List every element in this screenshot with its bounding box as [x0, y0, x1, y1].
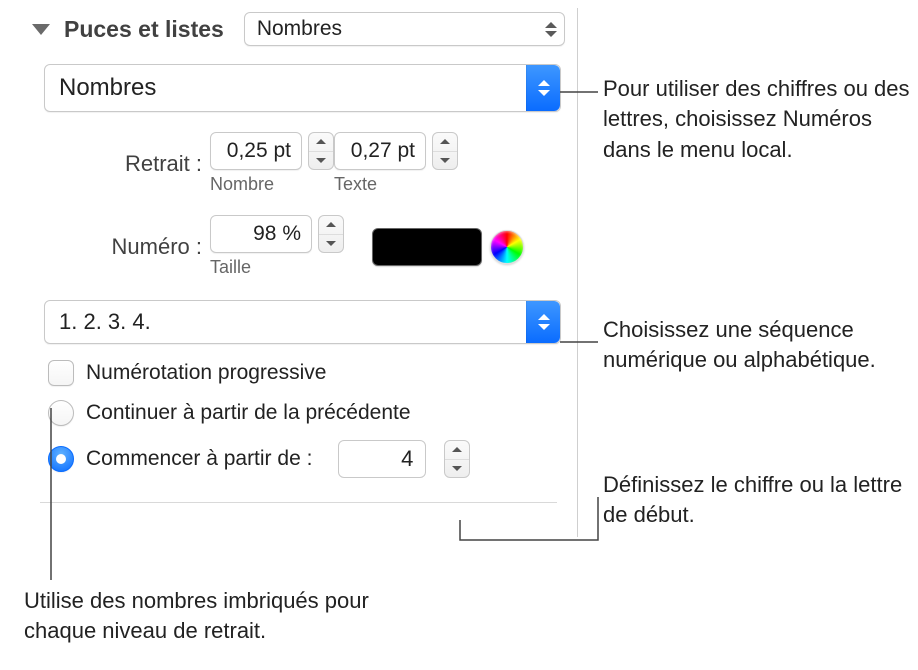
- stepper-up-down-icon: [526, 301, 560, 343]
- section-title: Puces et listes: [64, 16, 224, 43]
- start-from-radio[interactable]: [48, 446, 74, 472]
- sequence-dropdown[interactable]: 1. 2. 3. 4.: [44, 300, 561, 344]
- number-label: Numéro :: [64, 234, 210, 260]
- start-from-value: 4: [401, 446, 413, 472]
- indent-text-input[interactable]: 0,27 pt: [334, 132, 426, 170]
- list-style-value: Nombres: [257, 17, 538, 41]
- callout-sequence: Choisissez une séquence numérique ou alp…: [603, 315, 903, 376]
- number-size-sublabel: Taille: [210, 257, 251, 278]
- chevron-up-down-icon: [538, 22, 564, 37]
- bullet-style-dropdown[interactable]: Nombres: [44, 64, 561, 112]
- disclosure-triangle-icon[interactable]: [32, 24, 50, 35]
- indent-number-input[interactable]: 0,25 pt: [210, 132, 302, 170]
- continue-radio-label: Continuer à partir de la précédente: [86, 401, 411, 425]
- color-swatch[interactable]: [372, 228, 482, 266]
- indent-label: Retrait :: [64, 151, 210, 177]
- list-style-dropdown[interactable]: Nombres: [244, 12, 565, 46]
- progressive-numbering-row: Numérotation progressive: [32, 360, 565, 386]
- start-from-stepper[interactable]: [444, 440, 470, 478]
- number-size-input[interactable]: 98 %: [210, 215, 312, 253]
- progressive-numbering-checkbox[interactable]: [48, 360, 74, 386]
- section-header: Puces et listes Nombres: [32, 12, 565, 46]
- progressive-numbering-label: Numérotation progressive: [86, 361, 326, 385]
- stepper-up-down-icon: [526, 65, 560, 111]
- callout-nested: Utilise des nombres imbriqués pour chaqu…: [24, 586, 424, 647]
- indent-text-sublabel: Texte: [334, 174, 377, 195]
- divider: [40, 502, 557, 503]
- color-wheel-icon[interactable]: [490, 230, 524, 264]
- start-from-radio-label: Commencer à partir de :: [86, 447, 312, 471]
- number-size-value: 98 %: [211, 222, 311, 246]
- indent-text-value: 0,27 pt: [335, 139, 425, 163]
- bullets-lists-panel: Puces et listes Nombres Nombres Retrait …: [22, 8, 578, 537]
- continue-radio[interactable]: [48, 400, 74, 426]
- callout-start: Définissez le chiffre ou la lettre de dé…: [603, 470, 903, 531]
- number-size-stepper[interactable]: [318, 215, 344, 253]
- start-from-input[interactable]: 4: [338, 440, 426, 478]
- indent-number-sublabel: Nombre: [210, 174, 274, 195]
- sequence-value: 1. 2. 3. 4.: [59, 309, 526, 335]
- continue-from-previous-row: Continuer à partir de la précédente: [32, 400, 565, 426]
- callout-numbers: Pour utiliser des chiffres ou des lettre…: [603, 74, 913, 165]
- indent-text-stepper[interactable]: [432, 132, 458, 170]
- start-from-row: Commencer à partir de : 4: [32, 440, 565, 478]
- number-row: Numéro : 98 % Taille: [32, 215, 565, 278]
- bullet-style-value: Nombres: [59, 74, 526, 102]
- indent-number-value: 0,25 pt: [211, 139, 301, 163]
- indent-row: Retrait : 0,25 pt Nombre 0,27 pt Texte: [32, 132, 565, 195]
- indent-number-stepper[interactable]: [308, 132, 334, 170]
